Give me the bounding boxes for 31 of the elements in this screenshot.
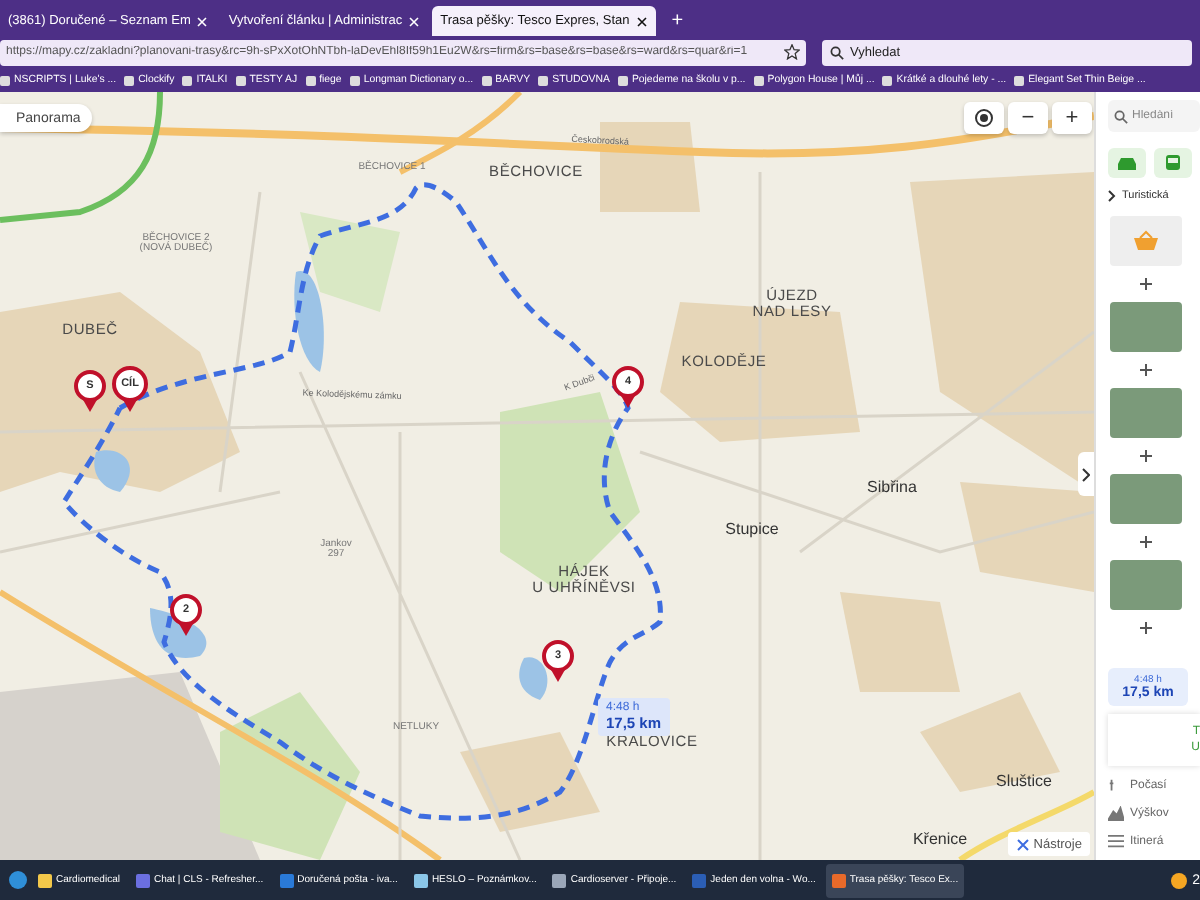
target-icon	[974, 108, 994, 128]
add-stop-icon[interactable]	[1140, 450, 1152, 462]
add-stop-icon[interactable]	[1140, 278, 1152, 290]
layers-button[interactable]	[964, 102, 1004, 134]
add-stop-icon[interactable]	[1140, 536, 1152, 548]
chevron-icon	[1082, 467, 1090, 481]
place-label: Sluštice	[996, 773, 1052, 791]
mountain-icon	[1108, 806, 1124, 822]
browser-icon[interactable]	[8, 870, 28, 890]
basket-icon	[1132, 230, 1160, 252]
bus-icon	[1164, 154, 1182, 172]
zoom-out-button[interactable]: −	[1008, 102, 1048, 134]
bus-mode-button[interactable]	[1154, 148, 1192, 178]
tools-icon	[1015, 837, 1030, 851]
list-icon	[1108, 834, 1124, 850]
stop-tile[interactable]	[1110, 216, 1182, 266]
chevron-icon	[1108, 190, 1116, 202]
new-tab-button[interactable]: +	[659, 8, 696, 36]
place-label: Stupice	[725, 521, 779, 539]
car-icon	[1116, 155, 1138, 171]
close-icon[interactable]	[635, 15, 648, 27]
zoom-in-button[interactable]: +	[1052, 102, 1092, 134]
collapse-button[interactable]	[1078, 452, 1094, 496]
place-label: Sibřina	[867, 479, 917, 497]
star-icon[interactable]	[784, 44, 800, 60]
car-mode-button[interactable]	[1108, 148, 1146, 178]
place-label: Křenice	[912, 831, 968, 849]
weather-icon	[1170, 871, 1189, 889]
add-stop-icon[interactable]	[1140, 364, 1152, 376]
search-icon	[1114, 109, 1128, 123]
add-stop-icon[interactable]	[1140, 622, 1152, 634]
